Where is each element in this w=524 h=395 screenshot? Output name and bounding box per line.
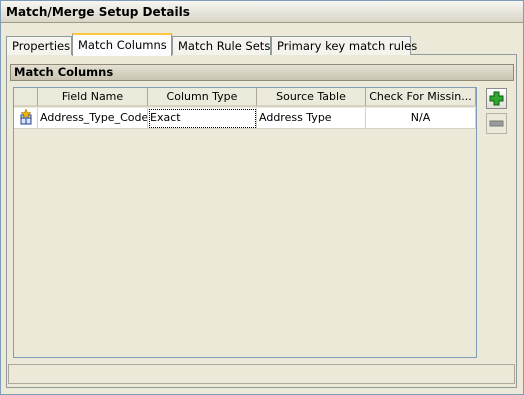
table-row[interactable]: Address_Type_Code Exact Address Type N/A: [14, 108, 476, 129]
column-header-icon[interactable]: [14, 88, 38, 107]
remove-row-button[interactable]: [486, 113, 507, 134]
tab-properties[interactable]: Properties: [6, 36, 72, 55]
key-column-icon: [14, 108, 38, 129]
section-header: Match Columns: [10, 64, 514, 81]
status-bar: [8, 364, 515, 384]
column-header-column-type[interactable]: Column Type: [148, 88, 257, 107]
column-header-source-table[interactable]: Source Table: [257, 88, 366, 107]
tab-match-rule-sets[interactable]: Match Rule Sets: [172, 36, 271, 55]
cell-check-missing[interactable]: N/A: [366, 108, 476, 129]
tab-primary-key-match-rules[interactable]: Primary key match rules: [271, 36, 417, 55]
window-title: Match/Merge Setup Details: [1, 1, 523, 23]
table-header: Field Name Column Type Source Table Chec…: [14, 88, 476, 107]
column-header-check-missing[interactable]: Check For Missin...: [366, 88, 476, 107]
match-columns-table: Field Name Column Type Source Table Chec…: [13, 87, 477, 358]
cell-column-type[interactable]: Exact: [148, 108, 257, 129]
cell-source-table[interactable]: Address Type: [257, 108, 366, 129]
remove-minus-icon: [489, 120, 504, 127]
add-plus-icon: [489, 91, 504, 106]
add-row-button[interactable]: [486, 88, 507, 109]
cell-field-name[interactable]: Address_Type_Code: [38, 108, 148, 129]
column-header-field-name[interactable]: Field Name: [38, 88, 148, 107]
tab-match-columns[interactable]: Match Columns: [72, 33, 172, 56]
